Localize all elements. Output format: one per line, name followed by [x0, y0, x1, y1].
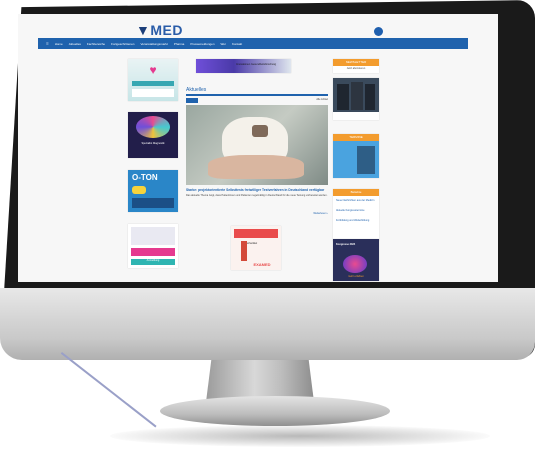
ad-left-3[interactable]: O-TON	[128, 170, 178, 212]
more-articles-link[interactable]: Alle Artikel	[308, 98, 328, 101]
sidebar-bottom-ad-title: Kongresse 2024	[336, 243, 356, 246]
ad-left-1[interactable]: ♥	[128, 59, 178, 101]
ad-center-tube	[241, 241, 247, 261]
nav-item-pressemeldungen[interactable]: Pressemeldungen	[190, 42, 214, 46]
logo-mark-icon: ▼	[136, 22, 151, 38]
person-2	[351, 82, 363, 110]
monitor-cable	[60, 352, 157, 428]
o-ton-bubble	[132, 186, 146, 194]
ad-center-caption: Fachartikel	[245, 242, 258, 245]
sidebar-bottom-ad-graphic	[343, 255, 367, 273]
ad-left-1-box	[132, 89, 174, 97]
ad-center-brand: EXAMED	[253, 262, 271, 267]
ad-top-banner-text: Innovationen Gesundheitsforschung	[236, 63, 277, 66]
ad-left-2-caption: Spezialist Diagnostik	[141, 142, 165, 145]
sidebar-newsletter-title: NEWSLETTER	[333, 59, 379, 66]
section-underline	[186, 94, 328, 96]
sidebar-list: Beliebte Neue Nachrichten aus der Medizi…	[333, 189, 379, 241]
article-text: Das aktuelle Thema zeigt, dass Patientin…	[186, 194, 328, 197]
menu-icon[interactable]: ☰	[46, 42, 49, 46]
sidebar-photo-caption-bar	[333, 112, 379, 120]
nav-item-aktuelles[interactable]: Aktuelles	[69, 42, 81, 46]
nav-item-veranstaltungsmarkt[interactable]: Veranstaltungsmarkt	[140, 42, 167, 46]
sidebar-photo-ad[interactable]	[333, 78, 379, 120]
sidebar-bottom-ad[interactable]: Kongresse 2024 mehr erfahren	[333, 239, 379, 281]
ad-center-header	[234, 229, 278, 238]
monitor-stand-base	[160, 396, 390, 426]
ad-left-4-bar	[131, 248, 175, 256]
nav-item-fachbereiche[interactable]: Fachbereiche	[87, 42, 105, 46]
sidebar-newsletter[interactable]: NEWSLETTER Jetzt abonnieren	[333, 59, 379, 73]
search-badge-icon[interactable]	[374, 27, 383, 36]
article-headline[interactable]: Starke: projektorientierte Selbsttests f…	[186, 188, 328, 192]
nav-item-home[interactable]: Home	[55, 42, 63, 46]
person-3	[365, 84, 375, 110]
ad-left-4-caption: Anmeldung	[131, 259, 175, 265]
o-ton-title: O-TON	[132, 173, 158, 182]
section-title: Aktuelles	[186, 87, 207, 93]
nav-item-kontakt[interactable]: Kontakt	[232, 42, 242, 46]
sidebar-list-item[interactable]: Aktuelle Kongresstermine	[336, 209, 376, 212]
ad-center-bottom[interactable]: Fachartikel EXAMED	[231, 226, 281, 270]
sidebar-list-title: Beliebte	[333, 189, 379, 196]
ad-top-banner[interactable]: Innovationen Gesundheitsforschung	[196, 59, 291, 73]
site-logo[interactable]: ▼MED	[136, 22, 196, 38]
ad-left-4-image	[131, 227, 175, 245]
main-navigation: ☰ Home Aktuelles Fachbereiche Fortgeschr…	[38, 38, 468, 49]
section-tab[interactable]	[186, 98, 198, 103]
sidebar-termine-title: TERMINE	[333, 134, 379, 141]
nav-item-pharma[interactable]: Pharma	[174, 42, 185, 46]
nav-item-wer[interactable]: Wer	[221, 42, 226, 46]
sidebar-list-item[interactable]: Neue Nachrichten aus der Medizin	[336, 199, 376, 202]
puzzle-gap	[252, 125, 268, 137]
monitor-chin	[0, 288, 535, 360]
ad-left-2[interactable]: Spezialist Diagnostik	[128, 112, 178, 158]
ad-left-4[interactable]: Anmeldung	[128, 224, 178, 268]
o-ton-footer	[132, 198, 174, 208]
pattern-icon	[136, 116, 170, 138]
ad-left-1-bar	[132, 81, 174, 86]
article-image[interactable]	[186, 105, 328, 185]
sidebar-bottom-ad-subtitle: mehr erfahren	[348, 275, 364, 278]
nav-item-fortgeschrittenen[interactable]: Fortgeschrittenen	[111, 42, 134, 46]
sidebar-newsletter-subtitle: Jetzt abonnieren	[346, 67, 366, 70]
sidebar-list-item[interactable]: Fortbildung und Weiterbildung	[336, 219, 376, 222]
monitor-shadow	[110, 425, 490, 447]
puzzle-hands	[208, 155, 304, 179]
sidebar-termine[interactable]: TERMINE	[333, 134, 379, 178]
person-1	[337, 84, 349, 110]
heart-icon: ♥	[149, 63, 157, 77]
read-more-link[interactable]: Weiterlesen ›	[302, 212, 328, 215]
sidebar-termine-image	[357, 146, 375, 174]
monitor-screen: ▼MED ☰ Home Aktuelles Fachbereiche Fortg…	[18, 14, 498, 282]
